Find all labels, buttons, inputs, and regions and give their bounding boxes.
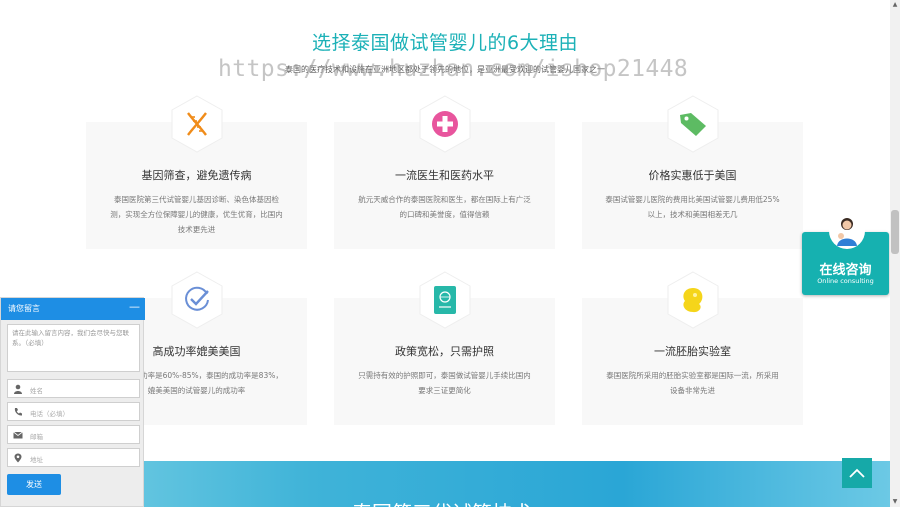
- card-icon-badge: [167, 94, 227, 154]
- consulting-title: 在线咨询: [819, 263, 872, 278]
- card-icon-badge: [663, 94, 723, 154]
- chevron-up-icon: [849, 468, 865, 478]
- reason-card-doctors: 一流医生和医药水平 航元天威合作的泰国医院和医生，都在国际上有广泛的口碑和美誉度…: [334, 95, 555, 249]
- card-description: 泰国医院所采用的胚胎实验室都是国际一流，所采用设备非常先进: [606, 371, 779, 395]
- name-field[interactable]: 姓名: [7, 379, 140, 398]
- send-button[interactable]: 发送: [7, 474, 61, 495]
- phone-field[interactable]: 电话（必填）: [7, 402, 140, 421]
- card-title: 政策宽松，只需护照: [395, 345, 494, 358]
- field-placeholder: 地址: [30, 456, 43, 464]
- scroll-up-arrow[interactable]: ▲: [890, 0, 900, 10]
- online-consulting-button[interactable]: 在线咨询 Online consulting: [802, 213, 889, 295]
- embryo-icon: [682, 288, 702, 313]
- back-to-top-button[interactable]: [842, 458, 872, 488]
- address-field[interactable]: 地址: [7, 448, 140, 467]
- card-title: 一流医生和医药水平: [395, 169, 494, 182]
- location-icon: [14, 453, 22, 463]
- dna-icon: [186, 112, 207, 136]
- section-title: 选择泰国做试管婴儿的6大理由: [311, 32, 579, 54]
- message-textarea[interactable]: 请在此输入留言内容，我们会尽快与您联系。（必填）: [7, 324, 140, 372]
- reason-card-lab: 一流胚胎实验室 泰国医院所采用的胚胎实验室都是国际一流，所采用设备非常先进: [582, 271, 803, 425]
- card-icon-badge: [167, 270, 227, 330]
- email-field[interactable]: 邮箱: [7, 425, 140, 444]
- reason-card-gene-screening: 基因筛查，避免遗传病 泰国医院第三代试管婴儿基因诊断、染色体基因检测，实现全方位…: [86, 95, 307, 249]
- page: 选择泰国做试管婴儿的6大理由 泰国的医疗技术和设施在亚洲地区都处于领先的地位，是…: [0, 0, 900, 507]
- medical-cross-icon: [431, 111, 458, 137]
- field-placeholder: 电话（必填）: [30, 410, 69, 418]
- scroll-thumb[interactable]: [891, 210, 899, 254]
- message-panel-title: 请您留言: [8, 304, 40, 313]
- card-description: 只需持有效的护照即可，泰国做试管婴儿手续比国内要求三证更简化: [358, 371, 531, 395]
- mail-icon: [13, 431, 23, 439]
- check-circle-icon: [184, 286, 209, 311]
- card-description: 航元天威合作的泰国医院和医生，都在国际上有广泛的口碑和美誉度，值得信赖: [358, 195, 531, 219]
- reason-card-price: 价格实惠低于美国 泰国试管婴儿医院的费用比美国试管婴儿费用低25%以上，技术和美…: [582, 95, 803, 249]
- reason-card-policy: 政策宽松，只需护照 只需持有效的护照即可，泰国做试管婴儿手续比国内要求三证更简化: [334, 271, 555, 425]
- watermark-text: https://www.huzhan.com/ishop21448: [218, 56, 689, 82]
- scroll-down-arrow[interactable]: ▼: [890, 497, 900, 507]
- page-scrollbar[interactable]: ▲ ▼: [890, 0, 900, 507]
- price-tag-icon: [679, 113, 706, 136]
- card-title: 一流胚胎实验室: [654, 345, 731, 358]
- field-placeholder: 邮箱: [30, 433, 43, 441]
- user-icon: [14, 384, 22, 394]
- consultant-avatar-icon: [829, 213, 865, 249]
- phone-icon: [14, 408, 22, 416]
- consulting-subtitle: Online consulting: [817, 277, 874, 285]
- card-title: 价格实惠低于美国: [648, 169, 737, 182]
- message-panel-header: 请您留言 —: [1, 298, 145, 320]
- card-icon-badge: [663, 270, 723, 330]
- banner-title: 泰国第三代试管技术: [352, 497, 532, 507]
- card-icon-badge: [415, 94, 475, 154]
- card-icon-badge: [415, 270, 475, 330]
- card-description: 泰国试管婴儿医院的费用比美国试管婴儿费用低25%以上，技术和美国相差无几: [605, 195, 780, 219]
- field-placeholder: 姓名: [30, 387, 43, 395]
- message-panel: 请您留言 — 请在此输入留言内容，我们会尽快与您联系。（必填） 姓名 电话（必填…: [0, 297, 145, 507]
- minimize-button[interactable]: —: [129, 301, 140, 313]
- card-title: 基因筛查，避免遗传病: [141, 169, 252, 182]
- passport-icon: [433, 286, 456, 314]
- card-description: 泰国医院第三代试管婴儿基因诊断、染色体基因检测，实现全方位保障婴儿的健康，优生优…: [110, 195, 283, 234]
